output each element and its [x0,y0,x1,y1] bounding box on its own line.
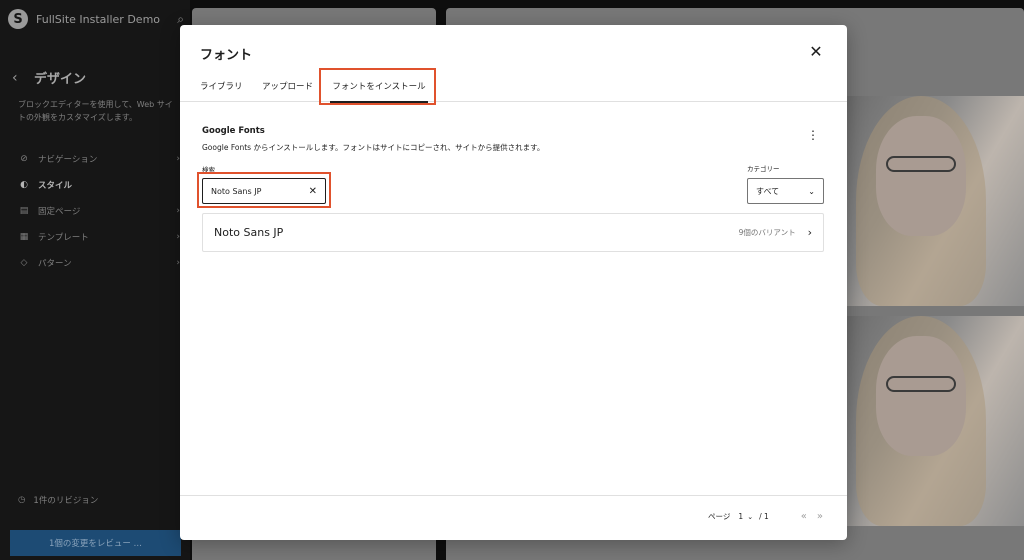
category-select[interactable]: すべて ⌄ [747,178,824,204]
section-title: Google Fonts [202,126,265,136]
sidebar-item-label: 固定ページ [38,207,81,217]
font-variants: 9個のバリアント [738,228,796,237]
sidebar-item-templates[interactable]: ▦ テンプレート › [18,224,180,250]
search-field: ✕ [202,178,326,204]
revisions-link[interactable]: ◷ 1件のリビジョン [18,494,98,506]
sidebar-item-navigation[interactable]: ⊘ ナビゲーション › [18,146,180,172]
review-changes-button[interactable]: 1個の変更をレビュー … [10,530,181,556]
next-page-icon[interactable]: » [817,511,823,522]
preview-photo [846,316,1024,526]
sidebar-item-styles[interactable]: ◐ スタイル [18,172,180,198]
site-logo-icon[interactable]: S [8,9,28,29]
category-label: カテゴリー [747,165,780,173]
sidebar-item-patterns[interactable]: ◇ パターン › [18,250,180,276]
page-label: ページ [708,512,731,521]
sidebar-nav: ⊘ ナビゲーション › ◐ スタイル ▤ 固定ページ › ▦ テンプレート › … [18,146,180,276]
sidebar-item-label: テンプレート [38,233,89,243]
site-name: FullSite Installer Demo [36,12,161,26]
category-value: すべて [756,186,780,196]
modal-tabs: ライブラリ アップロード フォントをインストール [180,69,847,103]
navigation-icon: ⊘ [20,154,28,164]
font-list-item[interactable]: Noto Sans JP 9個のバリアント › [202,213,824,252]
prev-page-icon[interactable]: « [801,511,807,522]
sidebar-description: ブロックエディターを使用して、Web サイトの外観をカスタマイズします。 [18,100,173,122]
tab-install-fonts[interactable]: フォントをインストール [324,69,434,103]
template-icon: ▦ [19,232,29,242]
photo-detail [886,156,956,172]
total-pages: / 1 [759,512,769,521]
chevron-down-icon: ⌄ [747,512,754,521]
back-arrow-icon[interactable]: ‹ [12,70,28,86]
modal-title: フォント [200,48,253,63]
fonts-modal: フォント ✕ ライブラリ アップロード フォントをインストール Google F… [180,25,847,540]
photo-detail [876,336,966,456]
tab-library[interactable]: ライブラリ [200,69,243,102]
preview-photo [846,96,1024,306]
sidebar-item-label: パターン [38,259,72,269]
page-icon: ▤ [19,206,29,216]
pattern-icon: ◇ [20,258,28,268]
current-page: 1 [738,512,744,521]
clear-search-icon[interactable]: ✕ [309,186,317,197]
design-header: ‹ デザイン [12,68,87,88]
history-icon: ◷ [18,495,26,505]
photo-detail [876,116,966,236]
site-header: S FullSite Installer Demo ⌕ [8,8,184,30]
search-label: 検索 [202,166,215,174]
sidebar-item-pages[interactable]: ▤ 固定ページ › [18,198,180,224]
sidebar-section-title: デザイン [34,72,87,87]
tab-upload[interactable]: アップロード [262,69,313,102]
search-input[interactable] [211,186,301,196]
chevron-down-icon: ⌄ [808,186,815,196]
sidebar-item-label: スタイル [38,181,73,191]
design-sidebar: S FullSite Installer Demo ⌕ ‹ デザイン ブロックエ… [0,0,190,560]
close-icon[interactable]: ✕ [807,43,825,61]
more-options-icon[interactable]: ⋮ [807,129,819,141]
styles-icon: ◐ [20,180,28,190]
font-name: Noto Sans JP [214,226,284,239]
page-select[interactable]: 1 ⌄ [738,512,753,521]
sidebar-item-label: ナビゲーション [38,155,98,165]
revisions-label: 1件のリビジョン [33,496,99,506]
photo-detail [886,376,956,392]
pagination: ページ 1 ⌄ / 1 « » [708,511,823,522]
chevron-right-icon: › [807,226,812,239]
section-description: Google Fonts からインストールします。フォントはサイトにコピーされ、… [202,143,545,152]
modal-footer: ページ 1 ⌄ / 1 « » [180,495,847,540]
